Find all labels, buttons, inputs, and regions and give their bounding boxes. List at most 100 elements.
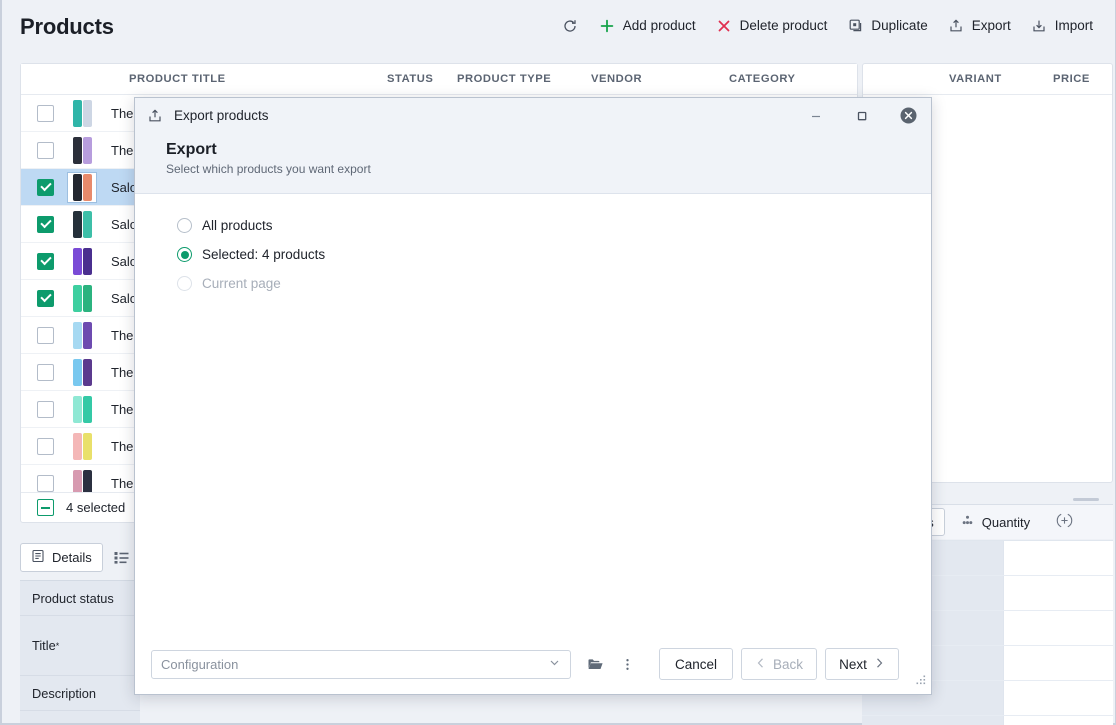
grid-column-header-status[interactable]: STATUS — [387, 73, 433, 85]
export-scope-radio-group: All products Selected: 4 products Current … — [135, 195, 931, 291]
product-title-cell: The — [111, 142, 134, 158]
radio-option-current-page: Current page — [177, 276, 931, 291]
close-button[interactable] — [885, 98, 931, 134]
product-title-cell: The — [111, 475, 134, 491]
import-icon — [1031, 17, 1048, 34]
product-thumbnail — [67, 431, 97, 462]
product-title-cell: The — [111, 327, 134, 343]
import-button[interactable]: Import — [1021, 13, 1103, 38]
dialog-banner: Export Select which products you want ex… — [135, 134, 931, 194]
grid-column-header-product_type[interactable]: PRODUCT TYPE — [457, 73, 551, 85]
row-checkbox[interactable] — [37, 215, 54, 233]
import-label: Import — [1054, 17, 1093, 33]
required-marker: * — [55, 640, 60, 651]
radio-option-all-products[interactable]: All products — [177, 218, 931, 233]
tab-quantity-label: Quantity — [981, 514, 1031, 530]
radio-option-label: Current page — [202, 276, 281, 291]
radio-button[interactable] — [177, 247, 192, 262]
add-product-label: Add product — [622, 17, 696, 33]
product-thumbnail — [67, 320, 97, 351]
chevron-right-icon — [873, 657, 885, 672]
variant-field-value[interactable] — [1004, 681, 1113, 715]
tab-quantity[interactable]: Quantity — [949, 508, 1041, 536]
back-button[interactable]: Back — [741, 648, 818, 680]
export-icon — [948, 17, 965, 34]
row-checkbox[interactable] — [37, 326, 54, 344]
panel-resize-handle[interactable] — [1073, 498, 1099, 501]
product-thumbnail — [67, 135, 97, 166]
back-label: Back — [773, 656, 804, 672]
variant-column-header-price[interactable]: PRICE — [1053, 73, 1090, 85]
variant-field-row: Compare at price — [862, 716, 1113, 725]
main-toolbar: Add product Delete product Duplicate Exp… — [552, 13, 1103, 38]
more-vertical-icon[interactable] — [613, 650, 641, 678]
dialog-titlebar[interactable]: Export products — [135, 98, 931, 134]
variant-field-value[interactable] — [1004, 576, 1113, 610]
minimize-button[interactable] — [793, 98, 839, 134]
quantity-icon — [960, 513, 975, 531]
dialog-resize-grip[interactable] — [913, 672, 927, 691]
product-thumbnail — [67, 209, 97, 240]
product-thumbnail — [67, 98, 97, 129]
add-product-button[interactable]: Add product — [589, 13, 706, 38]
cross-icon — [716, 17, 733, 34]
plus-icon — [599, 17, 616, 34]
radio-option-label: Selected: 4 products — [202, 247, 326, 262]
field-label-row: Title * — [20, 616, 140, 676]
dialog-window-controls — [793, 98, 931, 134]
row-checkbox[interactable] — [37, 178, 54, 196]
product-thumbnail — [67, 283, 97, 314]
radio-button — [177, 276, 192, 291]
grid-column-header-product_title[interactable]: PRODUCT TITLE — [129, 73, 226, 85]
configuration-select[interactable]: Configuration — [151, 649, 571, 679]
variant-field-value[interactable] — [1004, 716, 1113, 725]
application-window: Products Add product Delete product Dupl… — [0, 0, 1116, 725]
selection-count-label: 4 selected — [66, 500, 126, 515]
grid-column-header-category[interactable]: CATEGORY — [729, 73, 796, 85]
row-checkbox[interactable] — [37, 400, 54, 418]
variant-field-value[interactable] — [1004, 611, 1113, 645]
grid-column-header-vendor[interactable]: VENDOR — [591, 73, 642, 85]
delete-product-button[interactable]: Delete product — [706, 13, 838, 38]
details-icon — [31, 549, 45, 566]
variant-field-label: Compare at price — [862, 716, 1004, 725]
row-checkbox[interactable] — [37, 363, 54, 381]
duplicate-button[interactable]: Duplicate — [837, 13, 937, 38]
refresh-button[interactable] — [552, 13, 589, 38]
field-label: Title — [32, 638, 56, 653]
cancel-button[interactable]: Cancel — [659, 648, 733, 680]
tab-list-view[interactable] — [111, 546, 133, 568]
dialog-subtitle: Select which products you want export — [166, 162, 371, 176]
export-button[interactable]: Export — [938, 13, 1021, 38]
variant-field-value[interactable] — [1004, 646, 1113, 680]
tab-details[interactable]: Details — [20, 542, 103, 572]
row-checkbox[interactable] — [37, 104, 54, 122]
variant-field-value[interactable] — [1004, 541, 1113, 575]
dialog-body: All products Selected: 4 products Current … — [135, 195, 931, 634]
field-label: Product status — [32, 590, 114, 606]
radio-option-selected-products[interactable]: Selected: 4 products — [177, 247, 931, 262]
row-checkbox[interactable] — [37, 437, 54, 455]
select-all-checkbox[interactable] — [37, 499, 54, 516]
dialog-footer: Configuration Cancel Back Next — [135, 634, 931, 694]
radio-button[interactable] — [177, 218, 192, 233]
dialog-heading: Export — [166, 141, 217, 158]
next-button[interactable]: Next — [825, 648, 900, 680]
chevron-left-icon — [755, 657, 767, 672]
page-header: Products Add product Delete product Dupl… — [2, 0, 1115, 56]
row-checkbox[interactable] — [37, 252, 54, 270]
variants-header-row: VARIANT PRICE — [863, 64, 1112, 95]
dialog-title: Export products — [174, 108, 269, 123]
variant-column-header-variant[interactable]: VARIANT — [949, 73, 1002, 85]
add-tab-button[interactable] — [1045, 508, 1084, 536]
left-panel-tabs: Details — [20, 538, 140, 576]
maximize-button[interactable] — [839, 98, 885, 134]
row-checkbox[interactable] — [37, 141, 54, 159]
row-checkbox[interactable] — [37, 474, 54, 492]
page-title: Products — [20, 14, 114, 39]
browse-configuration-button[interactable] — [581, 650, 609, 678]
product-thumbnail — [67, 394, 97, 425]
row-checkbox[interactable] — [37, 289, 54, 307]
grid-header-row: PRODUCT TITLE STATUS PRODUCT TYPE VENDOR CAT… — [21, 64, 857, 95]
product-thumbnail — [67, 357, 97, 388]
